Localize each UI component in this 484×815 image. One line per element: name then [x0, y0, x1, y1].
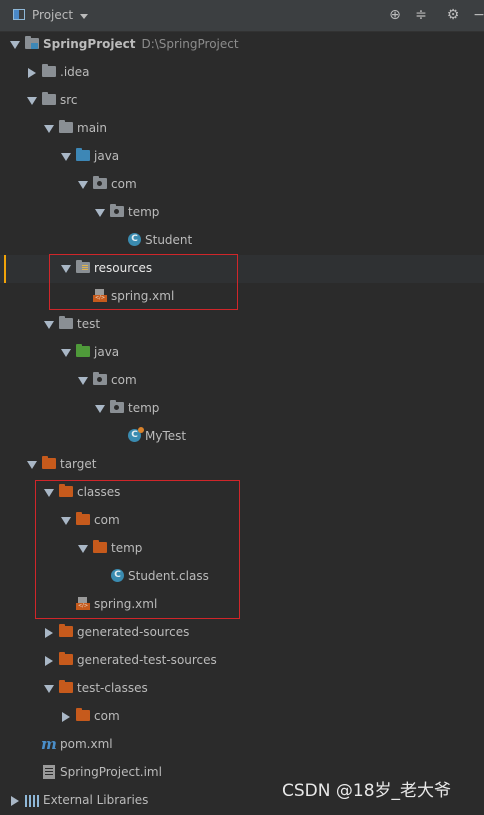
class-icon: C — [128, 233, 141, 246]
source-folder-icon — [76, 148, 90, 161]
expand-arrow-icon[interactable] — [44, 685, 54, 693]
project-toolwindow-header: Project ⊕ ≑ ⚙ − — [0, 0, 484, 32]
tree-item-label: main — [77, 121, 107, 135]
folder-icon — [42, 92, 56, 105]
chevron-down-icon[interactable] — [80, 14, 88, 19]
tree-item-label: temp — [128, 205, 160, 219]
tree-item-test[interactable]: test — [0, 311, 484, 339]
excluded-folder-icon — [59, 680, 73, 693]
expand-arrow-icon[interactable] — [27, 461, 37, 469]
expand-arrow-icon[interactable] — [61, 153, 71, 161]
tree-item-test-classes[interactable]: test-classes — [0, 675, 484, 703]
tree-item-test-classes-com[interactable]: com — [0, 703, 484, 731]
excluded-folder-icon — [59, 624, 73, 637]
test-source-folder-icon — [76, 344, 90, 357]
maven-icon: m — [41, 735, 57, 753]
collapse-arrow-icon[interactable] — [11, 796, 19, 806]
highlight-box-classes — [35, 480, 240, 619]
package-icon — [110, 400, 124, 413]
project-view-icon — [13, 9, 25, 20]
locate-file-icon[interactable]: ⊕ — [386, 6, 404, 24]
tree-item-test-java[interactable]: java — [0, 339, 484, 367]
tree-item-label: .idea — [60, 65, 90, 79]
tree-item-generated-test-sources[interactable]: generated-test-sources — [0, 647, 484, 675]
tree-item-label: java — [94, 345, 120, 359]
tree-item-label: SpringProject.iml — [60, 765, 162, 779]
watermark-text: CSDN @18岁_老大爷 — [282, 781, 452, 801]
tree-item-label: test-classes — [77, 681, 148, 695]
tree-item-label: target — [60, 457, 97, 471]
tree-item-main-com[interactable]: com — [0, 171, 484, 199]
tree-item-spring-project[interactable]: SpringProject D:\SpringProject — [0, 31, 484, 59]
tree-item-test-temp[interactable]: temp — [0, 395, 484, 423]
collapse-arrow-icon[interactable] — [45, 628, 53, 638]
tree-item-idea[interactable]: .idea — [0, 59, 484, 87]
tree-item-label: test — [77, 317, 101, 331]
highlight-box-resources — [49, 254, 238, 310]
tree-item-label: Student — [145, 233, 193, 247]
test-class-icon: C — [128, 427, 144, 442]
tree-item-generated-sources[interactable]: generated-sources — [0, 619, 484, 647]
package-icon — [110, 204, 124, 217]
tree-item-pom[interactable]: m pom.xml — [0, 731, 484, 759]
tree-item-student[interactable]: C Student — [0, 227, 484, 255]
collapse-arrow-icon[interactable] — [62, 712, 70, 722]
module-file-icon — [43, 765, 55, 779]
excluded-folder-icon — [42, 456, 56, 469]
tree-item-label: com — [111, 373, 137, 387]
project-name: SpringProject D:\SpringProject — [43, 37, 239, 51]
tree-item-label: generated-sources — [77, 625, 190, 639]
tree-item-main-temp[interactable]: temp — [0, 199, 484, 227]
excluded-folder-icon — [76, 708, 90, 721]
tree-item-label: src — [60, 93, 78, 107]
tree-item-target[interactable]: target — [0, 451, 484, 479]
module-folder-icon — [25, 36, 39, 49]
collapse-arrow-icon[interactable] — [45, 656, 53, 666]
collapse-arrow-icon[interactable] — [28, 68, 36, 78]
expand-arrow-icon[interactable] — [27, 97, 37, 105]
tree-item-label: MyTest — [145, 429, 187, 443]
tree-item-label: pom.xml — [60, 737, 113, 751]
expand-arrow-icon[interactable] — [78, 181, 88, 189]
collapse-all-icon[interactable]: ≑ — [412, 6, 430, 24]
tree-item-label: com — [111, 177, 137, 191]
expand-arrow-icon[interactable] — [10, 41, 20, 49]
tree-item-label: java — [94, 149, 120, 163]
tree-item-label: com — [94, 709, 120, 723]
hide-icon[interactable]: − — [470, 6, 484, 24]
folder-icon — [59, 120, 73, 133]
expand-arrow-icon[interactable] — [78, 377, 88, 385]
view-selector-label[interactable]: Project — [32, 8, 73, 22]
tree-item-main[interactable]: main — [0, 115, 484, 143]
excluded-folder-icon — [59, 652, 73, 665]
tree-item-src[interactable]: src — [0, 87, 484, 115]
expand-arrow-icon[interactable] — [44, 125, 54, 133]
library-icon — [25, 795, 39, 807]
tree-item-label: External Libraries — [43, 793, 149, 807]
expand-arrow-icon[interactable] — [44, 321, 54, 329]
folder-icon — [59, 316, 73, 329]
tree-item-main-java[interactable]: java — [0, 143, 484, 171]
tree-item-test-com[interactable]: com — [0, 367, 484, 395]
expand-arrow-icon[interactable] — [61, 349, 71, 357]
expand-arrow-icon[interactable] — [95, 405, 105, 413]
folder-icon — [42, 64, 56, 77]
tree-item-label: temp — [128, 401, 160, 415]
project-path: D:\SpringProject — [141, 37, 239, 51]
tree-item-label: generated-test-sources — [77, 653, 217, 667]
package-icon — [93, 372, 107, 385]
package-icon — [93, 176, 107, 189]
expand-arrow-icon[interactable] — [95, 209, 105, 217]
tree-item-mytest[interactable]: C MyTest — [0, 423, 484, 451]
gear-icon[interactable]: ⚙ — [444, 6, 462, 24]
